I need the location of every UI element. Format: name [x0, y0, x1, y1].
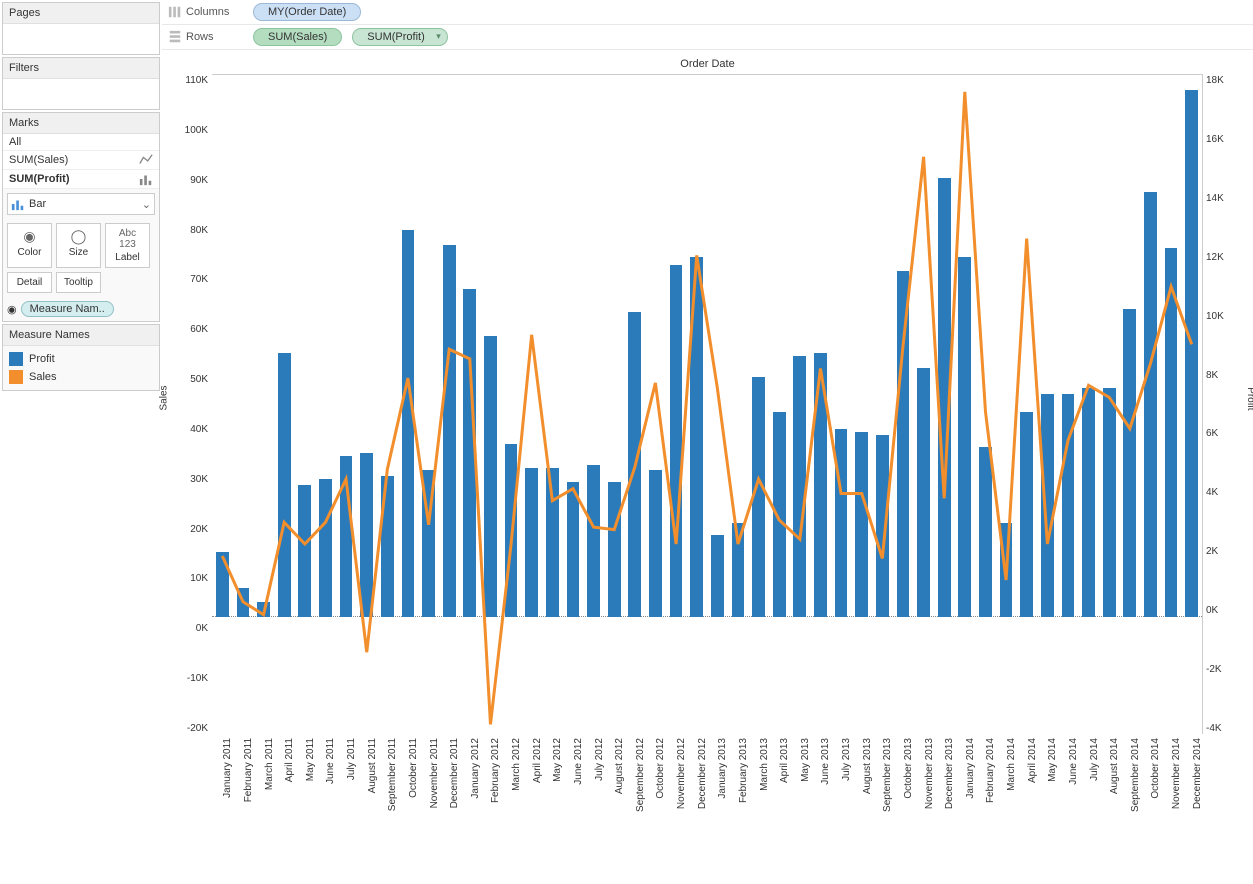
legend-profit[interactable]: Profit	[9, 350, 153, 368]
sales-line[interactable]	[222, 92, 1191, 725]
bar-icon	[139, 172, 153, 186]
detail-card[interactable]: Detail	[7, 272, 52, 293]
label-icon: Abc123	[110, 228, 145, 250]
profit-swatch	[9, 352, 23, 366]
tooltip-card[interactable]: Tooltip	[56, 272, 101, 293]
label-card[interactable]: Abc123Label	[105, 223, 150, 268]
color-card[interactable]: ◉Color	[7, 223, 52, 268]
rows-pill-sales[interactable]: SUM(Sales)	[253, 28, 342, 46]
marks-all[interactable]: All	[3, 134, 159, 151]
mark-type-dropdown[interactable]: Bar ⌄	[7, 193, 155, 215]
columns-pill[interactable]: MY(Order Date)	[253, 3, 361, 21]
line-icon	[139, 153, 153, 167]
columns-label: Columns	[168, 5, 243, 19]
bar-icon	[11, 197, 25, 211]
columns-shelf[interactable]: Columns MY(Order Date)	[162, 0, 1253, 25]
measure-names-pill[interactable]: Measure Nam..	[21, 301, 114, 317]
y-axis-right: 18K16K14K12K10K8K6K4K2K0K-2K-4K	[1206, 75, 1240, 734]
rows-pill-profit[interactable]: SUM(Profit)	[352, 28, 447, 46]
rows-shelf[interactable]: Rows SUM(Sales) SUM(Profit)	[162, 25, 1253, 50]
marks-label: Marks	[3, 113, 159, 134]
size-icon: ◯	[61, 228, 96, 245]
legend-panel: Measure Names Profit Sales	[2, 324, 160, 391]
color-legend-icon: ◉	[7, 303, 17, 316]
x-axis: January 2011February 2011March 2011April…	[212, 734, 1202, 854]
legend-sales[interactable]: Sales	[9, 368, 153, 386]
pages-label: Pages	[3, 3, 159, 24]
y-axis-left: 110K100K90K80K70K60K50K40K30K20K10K0K-10…	[172, 75, 208, 734]
marks-sum-sales[interactable]: SUM(Sales)	[3, 151, 159, 170]
sales-swatch	[9, 370, 23, 384]
chart-title: Order Date	[162, 54, 1253, 74]
legend-title: Measure Names	[3, 325, 159, 346]
rows-icon	[168, 30, 182, 44]
filters-label: Filters	[3, 58, 159, 79]
size-card[interactable]: ◯Size	[56, 223, 101, 268]
filters-shelf[interactable]: Filters	[2, 57, 160, 110]
sales-axis-label: Sales	[159, 385, 170, 410]
chart-viz[interactable]: Order Date 110K100K90K80K70K60K50K40K30K…	[162, 50, 1253, 854]
rows-label: Rows	[168, 30, 243, 44]
pages-shelf[interactable]: Pages	[2, 2, 160, 55]
marks-sum-profit[interactable]: SUM(Profit)	[3, 170, 159, 189]
chevron-down-icon: ⌄	[142, 198, 151, 211]
color-icon: ◉	[12, 228, 47, 245]
marks-card: Marks All SUM(Sales) SUM(Profit) Bar ⌄ ◉…	[2, 112, 160, 322]
columns-icon	[168, 5, 182, 19]
profit-axis-label: Profit	[1245, 387, 1253, 410]
